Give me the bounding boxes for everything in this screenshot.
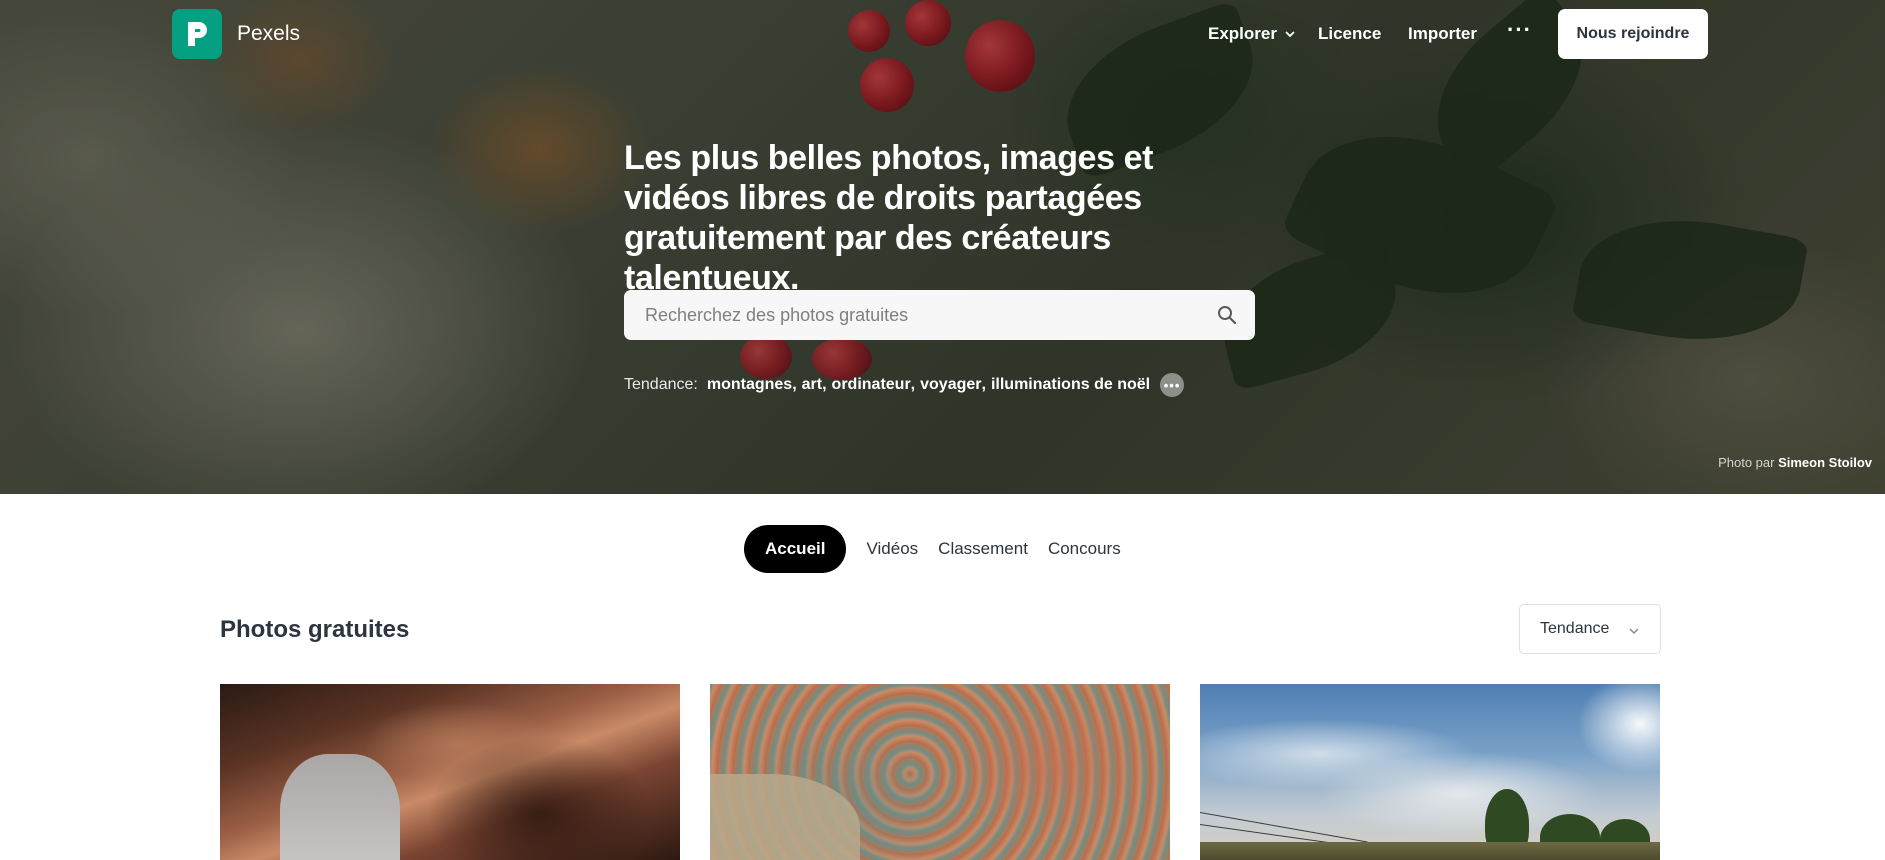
trending-separator: , (910, 376, 916, 393)
logo-glyph (188, 22, 207, 46)
trending-separator: , (981, 376, 986, 393)
chevron-down-icon (1629, 628, 1639, 635)
nav-explore[interactable]: Explorer (1208, 21, 1296, 47)
search-input[interactable] (645, 304, 1205, 326)
photo-detail (710, 774, 860, 860)
trending-link[interactable]: ordinateur (832, 376, 911, 394)
trending-link[interactable]: art (802, 376, 822, 394)
search-bar[interactable] (624, 290, 1255, 340)
section-title: Photos gratuites (220, 616, 410, 643)
trending-row: Tendance: montagnes, art, ordinateur, vo… (624, 373, 1185, 397)
photo-detail (1200, 842, 1660, 860)
tab-home[interactable]: Accueil (744, 525, 847, 573)
tab-challenges[interactable]: Concours (1038, 525, 1131, 573)
credit-author[interactable]: Simeon Stoilov (1778, 455, 1872, 470)
hero-headline: Les plus belles photos, images et vidéos… (624, 139, 1154, 297)
content-tabs: Accueil Vidéos Classement Concours (744, 525, 1131, 573)
photo-card[interactable] (710, 684, 1170, 860)
photo-credit: Photo par Simeon Stoilov (1718, 455, 1872, 470)
sort-value: Tendance (1540, 620, 1610, 637)
trending-more-icon[interactable]: ••• (1160, 373, 1185, 397)
search-icon[interactable] (1217, 305, 1237, 325)
more-dots-icon[interactable]: ··· (1507, 17, 1532, 43)
chevron-down-icon (1285, 31, 1295, 38)
trending-link[interactable]: illuminations de noël (991, 376, 1150, 394)
nav-upload[interactable]: Importer (1408, 21, 1477, 47)
nav-licence[interactable]: Licence (1318, 21, 1381, 47)
trending-separator: , (822, 376, 827, 393)
join-button[interactable]: Nous rejoindre (1558, 9, 1708, 59)
trending-separator: , (792, 376, 797, 393)
trending-label: Tendance: (624, 376, 698, 393)
photo-detail (280, 754, 400, 860)
tab-leaderboard[interactable]: Classement (928, 525, 1038, 573)
credit-prefix: Photo par (1718, 455, 1775, 470)
pexels-logo-icon[interactable] (172, 9, 222, 59)
trending-link[interactable]: montagnes (707, 376, 792, 394)
nav-explore-label: Explorer (1208, 24, 1277, 43)
photo-card[interactable] (220, 684, 680, 860)
trending-link[interactable]: voyager (920, 376, 981, 394)
photo-card[interactable] (1200, 684, 1660, 860)
tab-videos[interactable]: Vidéos (856, 525, 928, 573)
sort-dropdown[interactable]: Tendance (1519, 604, 1661, 654)
brand-name[interactable]: Pexels (237, 22, 300, 46)
hero-banner: Pexels Explorer Licence Importer ··· Nou… (0, 0, 1885, 494)
